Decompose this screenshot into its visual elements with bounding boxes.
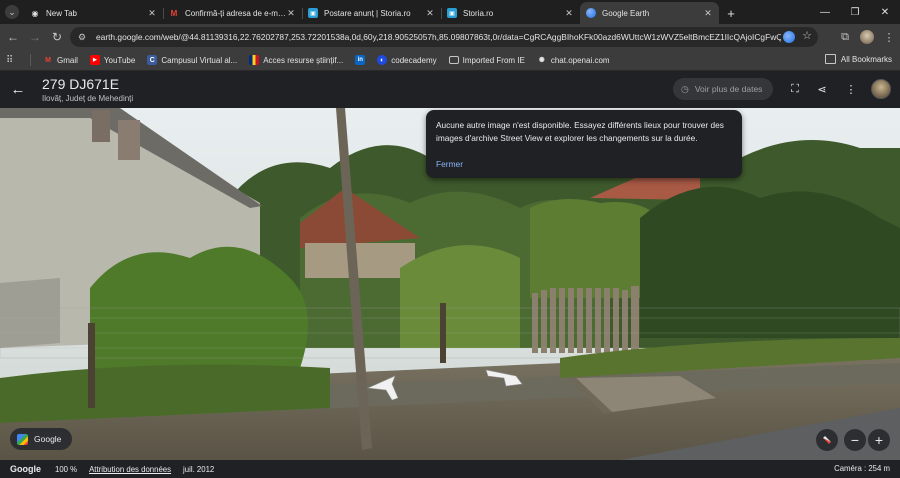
bookmark-imported-folder[interactable]: Imported From IE [448,55,525,65]
user-avatar[interactable] [871,79,891,99]
tab-storia[interactable]: ▣ Storia.ro ✕ [441,2,580,24]
compass-needle-icon [823,436,831,444]
bookmark-resurse[interactable]: Acces resurse științif... [249,55,343,65]
bookmark-linkedin[interactable]: in [355,55,366,65]
imagery-date: juil. 2012 [183,464,215,474]
earth-header: ← 279 DJ671E Ilovăț, Județ de Mehedinți … [0,71,900,108]
bookmark-campus[interactable]: C Campusul Virtual al... [147,55,237,65]
reload-button[interactable]: ↻ [46,26,68,48]
google-chip-label: Google [34,434,62,444]
divider [30,54,31,66]
minimize-icon[interactable]: — [810,0,840,24]
new-tab-button[interactable]: + [719,2,743,24]
tab-search-button[interactable]: ⌄ [0,0,24,24]
compass-icon[interactable] [816,429,838,451]
bookmarks-bar: ⠿ M Gmail ▶ YouTube C Campusul Virtual a… [0,50,900,71]
window-controls: — ❐ ✕ [810,0,900,24]
bookmark-star-icon[interactable]: ☆ [802,29,812,42]
share-icon[interactable]: ⋖ [813,80,831,98]
linkedin-icon: in [355,55,366,65]
bookmark-label: Gmail [57,55,78,65]
close-window-icon[interactable]: ✕ [870,0,900,24]
back-arrow-icon[interactable]: ← [8,79,28,99]
all-bookmarks-button[interactable]: All Bookmarks [824,54,892,64]
google-lens-icon[interactable] [783,31,795,43]
bookmark-label: chat.openai.com [550,55,610,65]
more-dates-label: Voir plus de dates [694,84,763,94]
tooltip-close-link[interactable]: Fermer [436,158,463,171]
gmail-icon: M [170,8,178,18]
codecademy-icon: ◐ [377,55,388,65]
google-earth-icon [586,8,596,18]
tab-title: Google Earth [602,8,650,18]
tab-title: Postare anunț | Storia.ro [324,8,411,18]
bookmark-label: Imported From IE [462,55,525,65]
campus-icon: C [147,55,158,65]
profile-avatar[interactable] [860,30,874,44]
zoom-level: 100 % [55,464,78,474]
openai-icon: ✺ [538,57,545,64]
zoom-in-button[interactable]: + [868,429,890,451]
attribution-link[interactable]: Attribution des données [89,465,171,474]
bookmark-gmail[interactable]: M Gmail [43,55,78,65]
youtube-icon: ▶ [89,55,100,65]
place-title: 279 DJ671E [42,76,120,92]
browser-toolbar: ← → ↻ ⚙ earth.google.com/web/@44.8113931… [0,24,900,50]
url-text[interactable]: earth.google.com/web/@44.81139316,22.762… [96,32,781,42]
flag-icon [249,55,260,65]
close-icon[interactable]: ✕ [286,8,296,19]
tab-storia-post[interactable]: ▣ Postare anunț | Storia.ro ✕ [302,2,441,24]
site-info-icon[interactable]: ⚙ [76,31,88,43]
bookmark-label: Campusul Virtual al... [161,55,238,65]
place-subtitle: Ilovăț, Județ de Mehedinți [42,94,134,103]
extensions-icon[interactable]: ⧉ [834,26,856,48]
folder-icon [824,54,836,64]
address-bar[interactable]: ⚙ earth.google.com/web/@44.81139316,22.7… [70,27,818,47]
move-right-arrow-icon[interactable] [485,369,523,387]
restore-icon[interactable]: ❐ [840,0,870,24]
forward-button[interactable]: → [24,26,46,48]
more-dates-button[interactable]: ◷ Voir plus de dates [673,78,773,100]
menu-icon[interactable]: ⋮ [878,26,900,48]
tab-new-tab[interactable]: ◉ New Tab ✕ [24,2,163,24]
tab-title: Confirmă-ți adresa de e-mail - [185,8,286,18]
gmail-icon: M [45,56,51,64]
bookmark-label: YouTube [103,55,136,65]
tab-google-earth[interactable]: Google Earth ✕ [580,2,719,24]
chevron-down-icon: ⌄ [5,5,19,19]
tab-title: Storia.ro [463,8,494,18]
fullscreen-icon[interactable]: ⛶ [786,80,804,98]
close-icon[interactable]: ✕ [425,8,435,19]
bookmark-youtube[interactable]: ▶ YouTube [89,55,136,65]
all-bookmarks-label: All Bookmarks [840,54,892,64]
tab-title: New Tab [46,8,77,18]
toolbar-right: ⧉ ⋮ [834,26,900,48]
camera-altitude: Caméra : 254 m [834,464,890,473]
storia-icon: ▣ [447,8,457,18]
history-icon: ◷ [681,83,689,94]
folder-icon [448,56,459,64]
apps-grid-icon[interactable]: ⠿ [6,54,18,66]
google-logo-icon [17,433,28,445]
bookmark-chatgpt[interactable]: ✺ chat.openai.com [537,55,610,65]
close-icon[interactable]: ✕ [564,8,574,19]
google-wordmark: Google [10,464,41,474]
tab-gmail[interactable]: M Confirmă-ți adresa de e-mail - ✕ [163,2,302,24]
bookmark-codecademy[interactable]: ◐ codecademy [377,55,437,65]
google-chip[interactable]: Google [10,428,72,450]
more-options-icon[interactable]: ⋮ [842,80,860,98]
back-button[interactable]: ← [2,26,24,48]
storia-icon: ▣ [308,8,318,18]
tab-strip: ⌄ ◉ New Tab ✕ M Confirmă-ți adresa de e-… [0,0,900,24]
close-icon[interactable]: ✕ [703,8,713,19]
tooltip-message: Aucune autre image n'est disponible. Ess… [436,120,724,143]
status-bar: Google 100 % Attribution des données jui… [0,460,900,478]
zoom-out-button[interactable]: − [844,429,866,451]
bookmark-label: codecademy [391,55,437,65]
no-images-tooltip: Aucune autre image n'est disponible. Ess… [426,110,742,178]
chrome-icon: ◉ [31,8,39,18]
bookmark-label: Acces resurse științif... [263,55,344,65]
move-left-arrow-icon[interactable] [366,375,399,401]
close-icon[interactable]: ✕ [147,8,157,19]
